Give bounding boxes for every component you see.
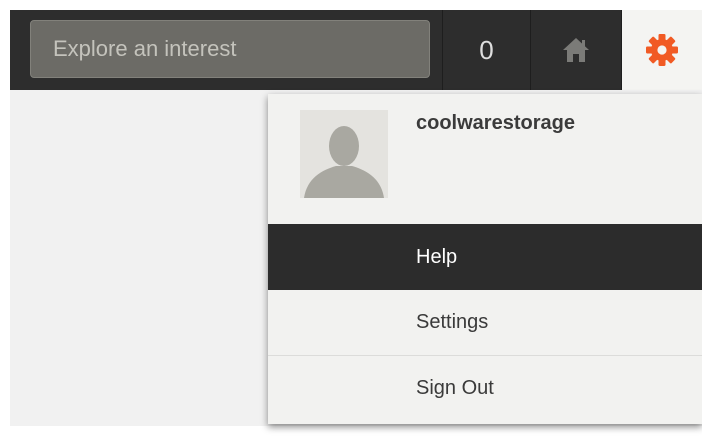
menu-item-sign-out[interactable]: Sign Out [268,356,702,420]
home-button[interactable] [531,10,621,90]
account-dropdown-menu: coolwarestorage Help Settings Sign Out [268,94,702,424]
home-icon [563,38,589,62]
search-input[interactable]: Explore an interest [30,20,430,78]
avatar[interactable] [300,110,388,198]
top-navigation-bar: Explore an interest 0 [10,10,702,90]
gear-icon [646,34,678,66]
default-avatar-icon [304,126,384,198]
screen: Explore an interest 0 coolwarestorage He… [0,0,702,441]
settings-menu-button[interactable] [622,10,702,90]
notification-count-button[interactable]: 0 [443,10,530,90]
menu-item-help[interactable]: Help [268,224,702,290]
username-label[interactable]: coolwarestorage [416,112,575,135]
menu-item-settings[interactable]: Settings [268,290,702,355]
